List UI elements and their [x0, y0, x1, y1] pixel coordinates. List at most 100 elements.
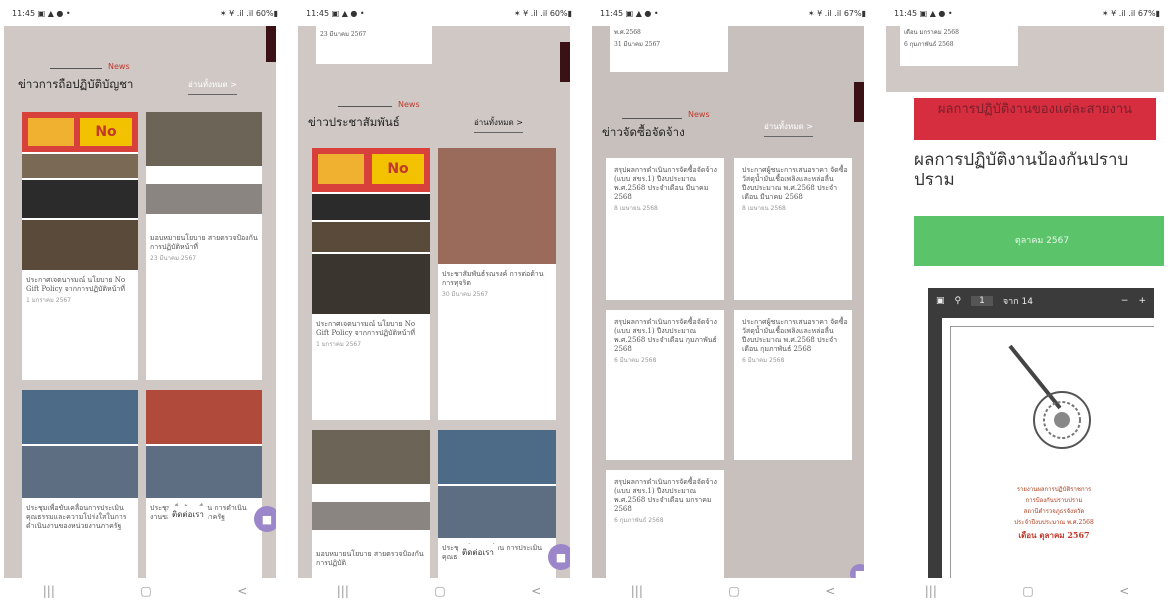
zoom-out-button[interactable]: −	[1121, 296, 1129, 306]
news-photo	[22, 180, 138, 218]
news-thumbnail	[22, 390, 138, 444]
section-divider	[622, 118, 682, 119]
nav-bar: ||| ▢ <	[0, 578, 290, 604]
status-right: ✶ ¥ .il .il 60%▮	[513, 8, 572, 18]
card-title: ประกาศเจตนารมณ์ นโยบาย No Gift Policy จา…	[316, 320, 416, 337]
nav-bar: ||| ▢ <	[588, 578, 878, 604]
recent-apps-icon[interactable]: |||	[43, 584, 55, 598]
screen-content: News ข่าวการถือปฏิบัติบัญชา อ่านทั้งหมด …	[4, 26, 276, 578]
news-thumbnail: No	[312, 148, 430, 192]
performance-banner: ผลการปฏิบัติงานของแต่ละสายงาน	[914, 98, 1156, 140]
procurement-card[interactable]: สรุปผลการดำเนินการจัดซื้อจัดจ้าง (แบบ สข…	[606, 470, 724, 578]
card-date: 23 มีนาคม 2567	[150, 255, 197, 262]
page-title: ผลการปฏิบัติงานป้องกันปราบปราม	[914, 150, 1129, 190]
no-gift-badge: No	[80, 118, 132, 146]
procurement-card[interactable]: สรุปผลการดำเนินการจัดซื้อจัดจ้าง (แบบ สข…	[606, 158, 724, 300]
recent-apps-icon[interactable]: |||	[925, 584, 937, 598]
pdf-text: รายงานผลการปฏิบัติราชการ การป้องกันปราบป…	[962, 484, 1146, 541]
pdf-viewer[interactable]: ▣ ⚲ 1 จาก 14 − + รายงานผลการปฏิบัติราชกา…	[928, 288, 1154, 578]
news-card[interactable]: มอบหมายนโยบาย สายตรวจป้องกันการปฏิบัติ	[312, 430, 430, 578]
back-icon[interactable]: <	[237, 584, 247, 598]
news-card-partial[interactable]: เดือน มกราคม 2568 6 กุมภาพันธ์ 2568	[900, 26, 1018, 66]
screen-content: พ.ศ.2568 31 มีนาคม 2567 News ข่าวจัดซื้อ…	[592, 26, 864, 578]
card-date: 1 มกราคม 2567	[26, 297, 72, 304]
status-bar: 11:45 ▣ ▲ ● • ✶ ¥ .il .il 60%▮	[0, 0, 290, 26]
recent-apps-icon[interactable]: |||	[337, 584, 349, 598]
news-photo	[146, 446, 262, 498]
home-icon[interactable]: ▢	[728, 584, 739, 598]
news-tag: News	[398, 100, 420, 109]
card-text: ประกาศเจตนารมณ์ นโยบาย No Gift Policy จา…	[26, 276, 134, 305]
news-card[interactable]: No ประกาศเจตนารมณ์ นโยบาย No Gift Policy…	[312, 148, 430, 420]
home-icon[interactable]: ▢	[140, 584, 151, 598]
chat-button[interactable]: ■	[548, 544, 570, 570]
news-photo	[22, 220, 138, 270]
news-card-partial[interactable]: 23 มีนาคม 2567	[316, 26, 432, 64]
phone-screen-1: 11:45 ▣ ▲ ● • ✶ ¥ .il .il 60%▮ News ข่าว…	[0, 0, 290, 604]
card-text: สรุปผลการดำเนินการจัดซื้อจัดจ้าง (แบบ สข…	[614, 478, 720, 525]
news-card-partial[interactable]: พ.ศ.2568 31 มีนาคม 2567	[610, 26, 728, 72]
recent-apps-icon[interactable]: |||	[631, 584, 643, 598]
card-date: 8 เมษายน 2568	[614, 205, 658, 212]
back-icon[interactable]: <	[531, 584, 541, 598]
back-icon[interactable]: <	[825, 584, 835, 598]
home-icon[interactable]: ▢	[434, 584, 445, 598]
news-card[interactable]: มอบหมายนโยบาย สายตรวจป้องกันการปฏิบัติหน…	[146, 112, 262, 380]
status-bar: 11:45 ▣ ▲ ● • ✶ ¥ .il .il 60%▮	[294, 0, 584, 26]
home-icon[interactable]: ▢	[1022, 584, 1033, 598]
status-time: 11:45	[12, 8, 36, 18]
search-icon[interactable]: ⚲	[955, 296, 962, 306]
page-number-input[interactable]: 1	[971, 296, 993, 306]
chat-icon: ■	[555, 550, 567, 564]
news-card[interactable]: ประชุมเพื่อขับเคลื่อน การดำเนินงานของหน่…	[146, 390, 262, 578]
read-all-link[interactable]: อ่านทั้งหมด >	[764, 120, 813, 137]
month-button[interactable]: ตุลาคม 2567	[914, 216, 1164, 266]
phone-screen-2: 11:45 ▣ ▲ ● • ✶ ¥ .il .il 60%▮ 23 มีนาคม…	[294, 0, 584, 604]
procurement-card[interactable]: ประกาศผู้ชนะการเสนอราคา จัดซื้อวัสดุน้ำม…	[734, 158, 852, 300]
back-icon[interactable]: <	[1119, 584, 1129, 598]
status-right: ✶ ¥ .il .il 60%▮	[219, 8, 278, 18]
news-photo	[438, 486, 556, 538]
section-title: ข่าวจัดซื้อจัดจ้าง	[602, 125, 685, 139]
side-decoration	[854, 82, 864, 122]
pdf-page: รายงานผลการปฏิบัติราชการ การป้องกันปราบป…	[942, 318, 1154, 578]
card-text: ประกาศผู้ชนะการเสนอราคา จัดซื้อวัสดุน้ำม…	[742, 166, 848, 213]
sidebar-toggle-icon[interactable]: ▣	[936, 296, 945, 306]
read-all-link[interactable]: อ่านทั้งหมด >	[188, 78, 237, 95]
chat-icon: ■	[261, 512, 273, 526]
page-count: จาก 14	[1002, 297, 1033, 307]
news-thumbnail	[438, 430, 556, 484]
news-card[interactable]: No ประกาศเจตนารมณ์ นโยบาย No Gift Policy…	[22, 112, 138, 380]
card-date: 1 มกราคม 2567	[316, 341, 362, 348]
card-title: สรุปผลการดำเนินการจัดซื้อจัดจ้าง (แบบ สข…	[614, 318, 717, 353]
news-card[interactable]: ประชาสัมพันธ์รณรงค์ การต่อต้านการทุจริต 3…	[438, 148, 556, 420]
contact-us-label[interactable]: ติดต่อเรา	[458, 544, 498, 561]
news-thumbnail: No	[22, 112, 138, 152]
news-thumbnail	[146, 112, 262, 166]
status-icons: ▣ ▲ ● •	[331, 8, 365, 18]
card-text: มอบหมายนโยบาย สายตรวจป้องกันการปฏิบัติหน…	[150, 234, 258, 263]
status-time: 11:45	[306, 8, 330, 18]
news-tag: News	[688, 110, 710, 119]
pdf-line: ประจำปีงบประมาณ พ.ศ.2568	[1014, 519, 1094, 526]
zoom-in-button[interactable]: +	[1138, 296, 1146, 306]
nav-bar: ||| ▢ <	[294, 578, 584, 604]
card-date: 23 มีนาคม 2567	[320, 31, 367, 38]
card-text: ประกาศเจตนารมณ์ นโยบาย No Gift Policy จา…	[316, 320, 426, 349]
pdf-line: สถานีตำรวจภูธรจังหวัด	[1023, 508, 1085, 515]
chat-button[interactable]: ■	[254, 506, 276, 532]
procurement-card[interactable]: ประกาศผู้ชนะการเสนอราคา จัดซื้อวัสดุน้ำม…	[734, 310, 852, 460]
news-card[interactable]: ประชุมเพื่อขับเคลื่อนการประเมินคุณธรรมแล…	[22, 390, 138, 578]
card-title: มอบหมายนโยบาย สายตรวจป้องกันการปฏิบัติหน…	[150, 234, 258, 251]
section-title: ข่าวการถือปฏิบัติบัญชา	[18, 77, 134, 91]
card-text: สรุปผลการดำเนินการจัดซื้อจัดจ้าง (แบบ สข…	[614, 318, 720, 365]
status-right: ✶ ¥ .il .il 67%▮	[807, 8, 866, 18]
read-all-link[interactable]: อ่านทั้งหมด >	[474, 116, 523, 133]
news-thumbnail	[312, 430, 430, 484]
status-icons: ▣ ▲ ● •	[37, 8, 71, 18]
procurement-card[interactable]: สรุปผลการดำเนินการจัดซื้อจัดจ้าง (แบบ สข…	[606, 310, 724, 460]
chat-button[interactable]: ■	[850, 564, 864, 578]
pdf-line: รายงานผลการปฏิบัติราชการ	[1016, 486, 1092, 493]
card-title: มอบหมายนโยบาย สายตรวจป้องกันการปฏิบัติ	[316, 550, 424, 567]
contact-us-label[interactable]: ติดต่อเรา	[168, 506, 208, 523]
